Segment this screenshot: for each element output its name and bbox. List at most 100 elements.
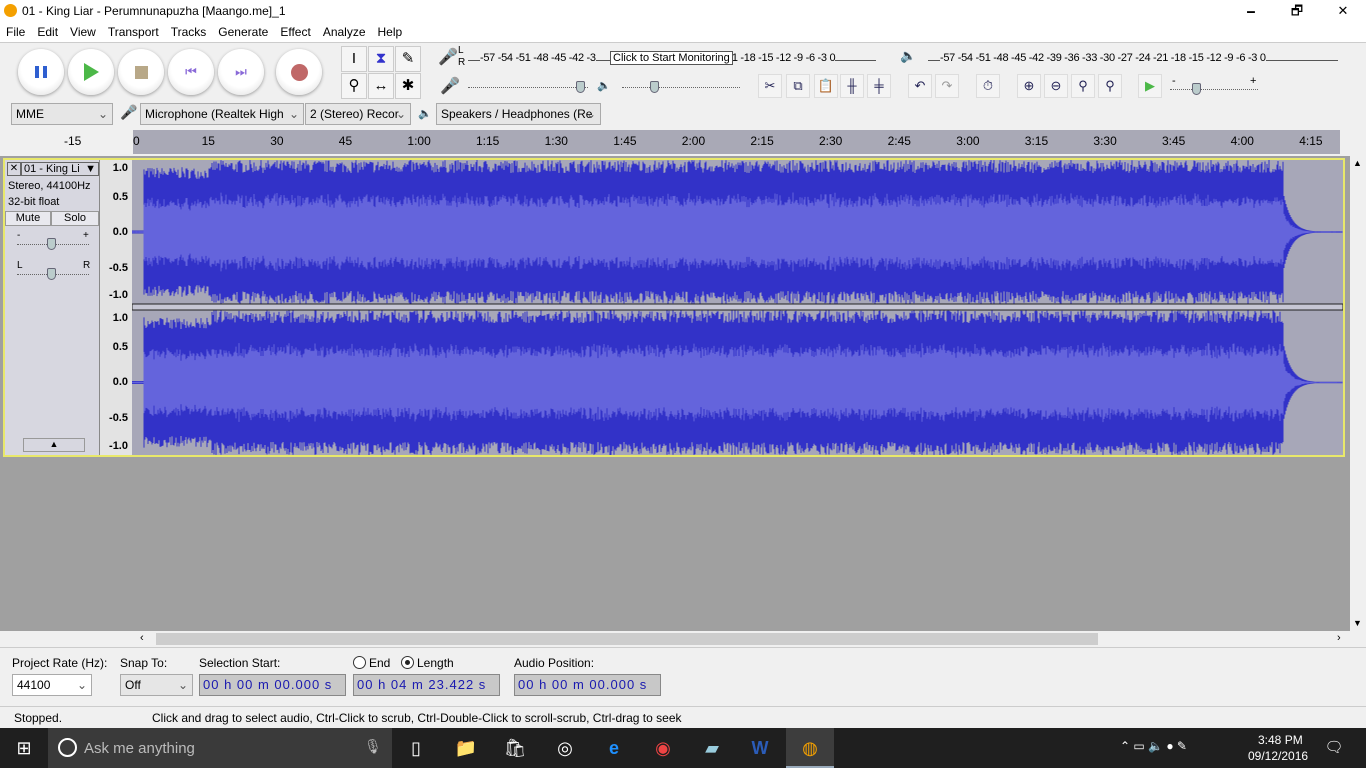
- recording-device-select[interactable]: Microphone (Realtek High ⌄: [140, 103, 304, 125]
- chrome-icon[interactable]: ◉: [651, 736, 675, 760]
- clock-time[interactable]: 3:48 PM: [1258, 733, 1303, 747]
- selection-tool[interactable]: I: [341, 46, 367, 72]
- skip-to-end-button[interactable]: ⏭: [218, 49, 264, 95]
- menu-analyze[interactable]: Analyze: [317, 25, 372, 39]
- play-button[interactable]: [68, 49, 114, 95]
- playback-device-value: Speakers / Headphones (Re: [441, 107, 593, 121]
- audacity-taskbar-button[interactable]: ◍: [786, 728, 834, 768]
- length-radio-label[interactable]: Length: [417, 656, 454, 670]
- selection-length-time[interactable]: 00 h 04 m 23.422 s: [353, 674, 500, 696]
- pan-slider[interactable]: [17, 262, 89, 282]
- end-radio-label[interactable]: End: [369, 656, 390, 670]
- time-shift-tool[interactable]: ↔: [368, 73, 394, 99]
- edge-icon[interactable]: e: [602, 736, 626, 760]
- trim-button[interactable]: ╫: [840, 74, 864, 98]
- ruler-tick-label: 30: [270, 134, 284, 148]
- minimize-button[interactable]: 🗕: [1228, 0, 1274, 22]
- stop-button[interactable]: [118, 49, 164, 95]
- scale-label: 0.0: [112, 376, 128, 388]
- draw-tool[interactable]: ✎: [395, 46, 421, 72]
- record-button[interactable]: [276, 49, 322, 95]
- groove-icon[interactable]: ◎: [553, 736, 577, 760]
- menu-tracks[interactable]: Tracks: [165, 25, 213, 39]
- end-radio[interactable]: [353, 656, 366, 669]
- chevron-down-icon: ⌄: [76, 678, 87, 692]
- pause-icon: [35, 66, 47, 78]
- silence-button[interactable]: ╪: [867, 74, 891, 98]
- copy-button[interactable]: ⧉: [786, 74, 810, 98]
- playback-meter[interactable]: -57 -54 -51 -48 -45 -42 -39 -36 -33 -30 …: [928, 47, 1338, 73]
- maximize-button[interactable]: 🗗: [1274, 0, 1320, 22]
- ruler-tick-label: 4:15: [1299, 134, 1323, 148]
- waveform-rms-channel-2: [132, 342, 1343, 423]
- file-explorer-icon[interactable]: 📁: [454, 736, 478, 760]
- recording-device-value: Microphone (Realtek High: [145, 107, 284, 121]
- menu-effect[interactable]: Effect: [274, 25, 316, 39]
- close-button[interactable]: ✕: [1320, 0, 1366, 22]
- word-icon[interactable]: W: [748, 736, 772, 760]
- horizontal-scrollbar[interactable]: ‹ ›: [132, 631, 1350, 647]
- zoom-in-button[interactable]: ⊕: [1017, 74, 1041, 98]
- play-at-speed-button[interactable]: ▶: [1138, 74, 1162, 98]
- timeline-ruler[interactable]: -15 0 15 30 45 1:00 1:15 1:30 1:45 2:00 2:15 2:30 2:…: [0, 128, 1366, 156]
- status-hint: Click and drag to select audio, Ctrl-Cli…: [152, 711, 682, 725]
- menu-generate[interactable]: Generate: [212, 25, 274, 39]
- task-view-icon[interactable]: ▯: [404, 736, 428, 760]
- project-rate-select[interactable]: 44100 ⌄: [12, 674, 92, 696]
- selection-start-time[interactable]: 00 h 00 m 00.000 s: [199, 674, 346, 696]
- waveform-rms-channel-1: [132, 192, 1343, 272]
- fit-selection-button[interactable]: ⚲: [1071, 74, 1095, 98]
- paste-button[interactable]: 📋: [814, 74, 838, 98]
- audio-position-time[interactable]: 00 h 00 m 00.000 s: [514, 674, 661, 696]
- output-volume-slider[interactable]: [622, 75, 740, 95]
- mute-button[interactable]: Mute: [5, 211, 51, 226]
- ruler-tick-label: 2:30: [819, 134, 843, 148]
- multi-tool[interactable]: ✱: [395, 73, 421, 99]
- playback-speed-slider[interactable]: [1170, 77, 1258, 97]
- solo-button[interactable]: Solo: [51, 211, 99, 226]
- cut-button[interactable]: ✂: [758, 74, 782, 98]
- undo-button[interactable]: ↶: [908, 74, 932, 98]
- audio-host-select[interactable]: MME ⌄: [11, 103, 113, 125]
- windows-start-icon[interactable]: ⊞: [12, 736, 36, 760]
- collapse-track-button[interactable]: ▲: [23, 438, 85, 452]
- track-close-button[interactable]: ✕: [7, 162, 21, 176]
- scale-label: -1.0: [109, 440, 128, 452]
- track-name: 01 - King Li: [24, 163, 80, 175]
- length-radio[interactable]: [401, 656, 414, 669]
- envelope-tool[interactable]: ⧗: [368, 46, 394, 72]
- recording-channels-select[interactable]: 2 (Stereo) Recor ⌄: [305, 103, 411, 125]
- tray-icons[interactable]: ⌃ ▭ 🔈 ● ✎: [1120, 739, 1187, 753]
- ruler-tick-label: 3:00: [956, 134, 980, 148]
- menu-help[interactable]: Help: [372, 25, 409, 39]
- playback-device-select[interactable]: Speakers / Headphones (Re ⌄: [436, 103, 601, 125]
- chevron-down-icon: ⌄: [395, 107, 406, 121]
- clock-date[interactable]: 09/12/2016: [1248, 749, 1308, 763]
- scrollbar-thumb[interactable]: [156, 633, 1098, 645]
- notifications-icon[interactable]: 🗨: [1322, 736, 1346, 760]
- zoom-tool[interactable]: ⚲: [341, 73, 367, 99]
- scale-label: -0.5: [109, 262, 128, 274]
- input-volume-slider[interactable]: [468, 75, 588, 95]
- sync-lock-button[interactable]: ⏱: [976, 74, 1000, 98]
- pause-button[interactable]: [18, 49, 64, 95]
- store-icon[interactable]: 🛍: [503, 736, 527, 760]
- menu-edit[interactable]: Edit: [31, 25, 64, 39]
- fit-project-button[interactable]: ⚲: [1098, 74, 1122, 98]
- gain-slider[interactable]: [17, 232, 89, 252]
- menu-file[interactable]: File: [0, 25, 31, 39]
- ruler-tick-label: 1:30: [544, 134, 568, 148]
- menu-view[interactable]: View: [64, 25, 102, 39]
- track-menu-button[interactable]: 01 - King Li ▼: [21, 162, 99, 176]
- app-icon[interactable]: ▰: [700, 736, 724, 760]
- redo-button[interactable]: ↷: [935, 74, 959, 98]
- snap-to-select[interactable]: Off ⌄: [120, 674, 193, 696]
- stop-icon: [134, 65, 148, 79]
- skip-to-start-button[interactable]: ⏮: [168, 49, 214, 95]
- zoom-out-button[interactable]: ⊖: [1044, 74, 1068, 98]
- vertical-scrollbar[interactable]: ▲ ▼: [1350, 156, 1366, 631]
- waveform[interactable]: [132, 160, 1343, 455]
- menu-transport[interactable]: Transport: [102, 25, 165, 39]
- title-bar: 01 - King Liar - Perumnunapuzha [Maango.…: [0, 0, 1366, 22]
- cortana-search-box[interactable]: Ask me anything 🎙: [48, 728, 392, 768]
